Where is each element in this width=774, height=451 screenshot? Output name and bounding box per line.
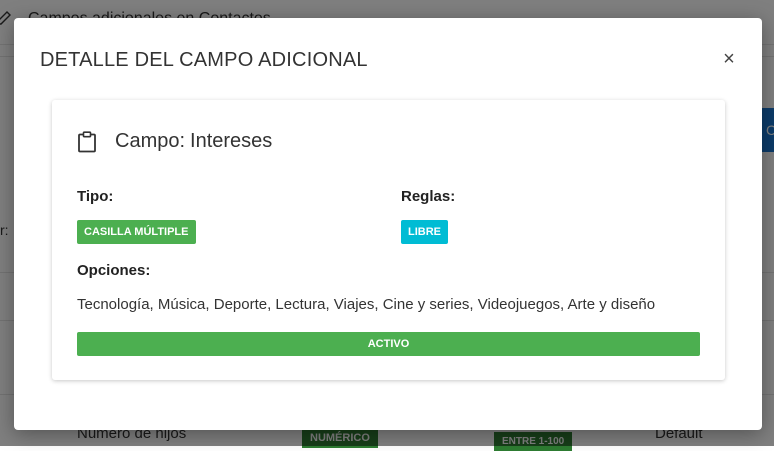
field-detail-modal: DETALLE DEL CAMPO ADICIONAL × Campo: Int… <box>14 18 762 430</box>
rules-badge: LIBRE <box>401 220 448 244</box>
field-title-name: Intereses <box>190 130 273 152</box>
status-badge: ACTIVO <box>77 332 700 356</box>
close-icon: × <box>723 48 735 70</box>
field-title: Campo: Intereses <box>77 130 272 153</box>
clipboard-icon <box>78 130 96 152</box>
type-badge: CASILLA MÚLTIPLE <box>77 220 196 244</box>
field-detail-card: Campo: Intereses Tipo: CASILLA MÚLTIPLE … <box>52 100 725 380</box>
type-label: Tipo: <box>77 188 114 205</box>
rules-label: Reglas: <box>401 188 456 205</box>
options-label: Opciones: <box>77 262 151 279</box>
modal-title: DETALLE DEL CAMPO ADICIONAL <box>40 49 368 71</box>
field-title-prefix: Campo: <box>115 130 186 152</box>
options-value: Tecnología, Música, Deporte, Lectura, Vi… <box>77 296 656 313</box>
close-button[interactable]: × <box>718 48 740 70</box>
